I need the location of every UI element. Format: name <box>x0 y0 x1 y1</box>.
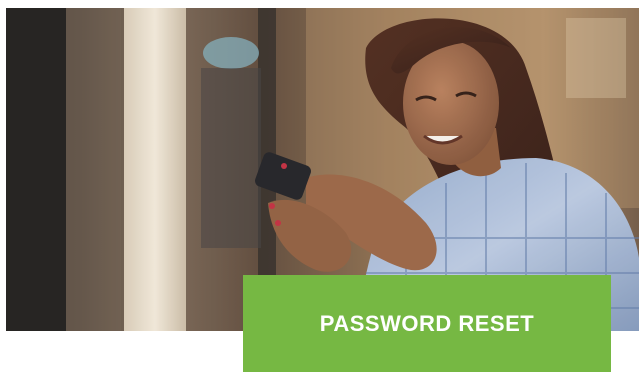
password-reset-banner: PASSWORD RESET <box>243 275 611 372</box>
password-reset-title: PASSWORD RESET <box>319 310 535 336</box>
